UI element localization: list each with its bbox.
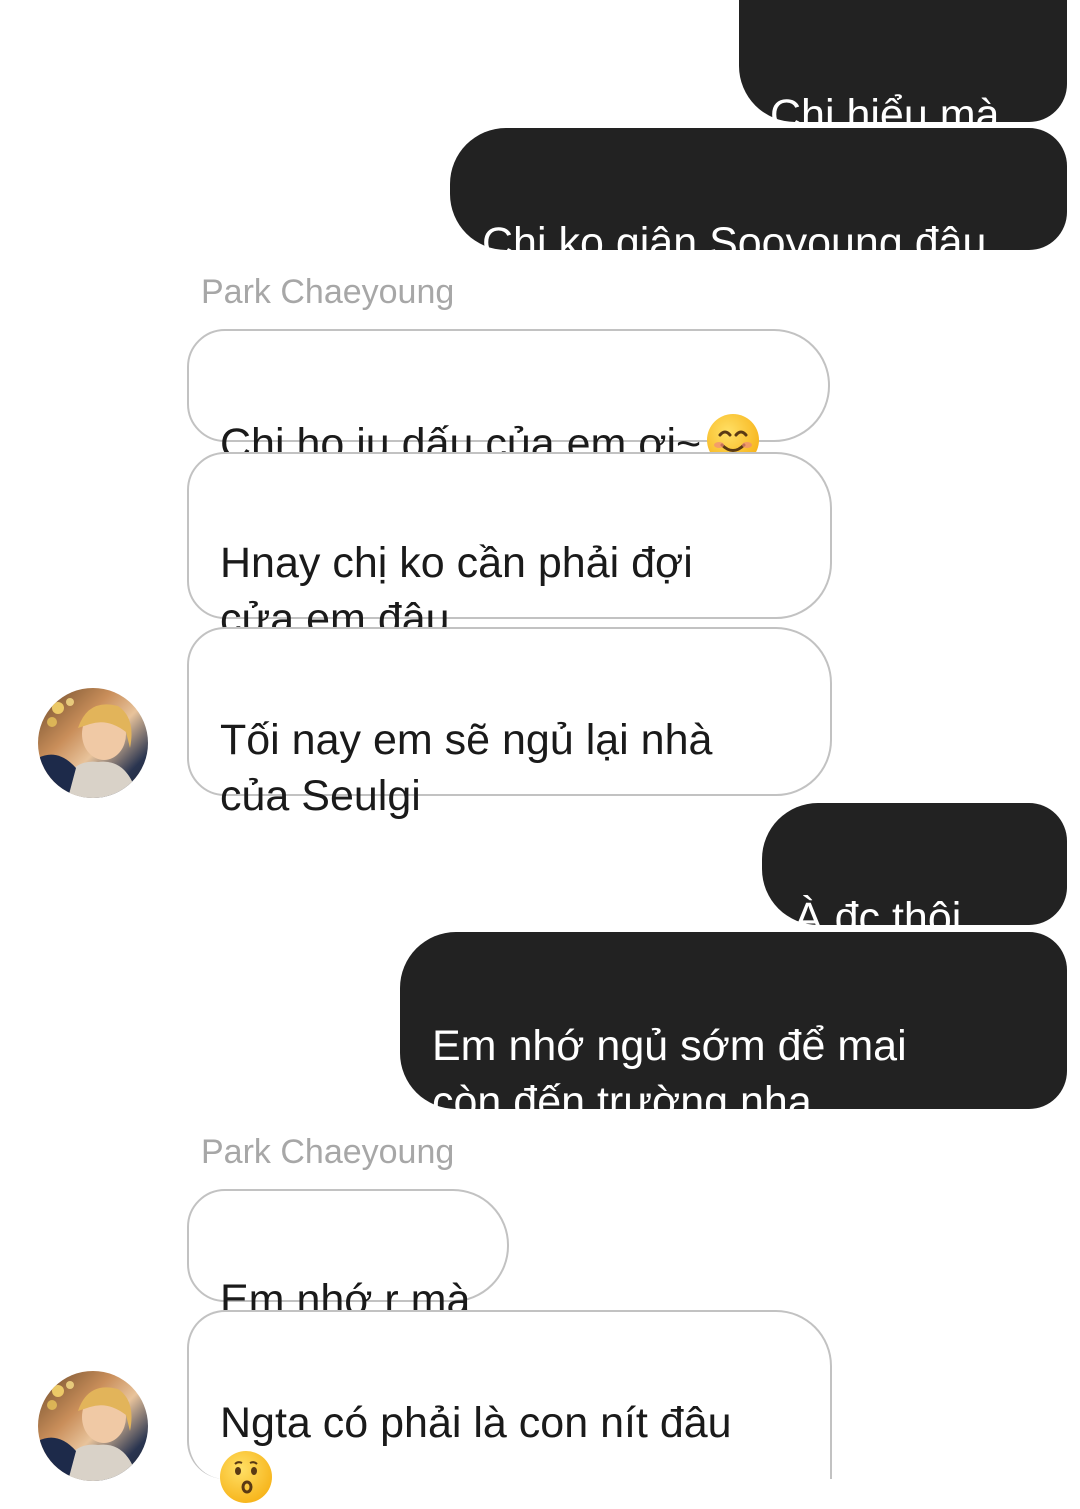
outgoing-message[interactable]: Chị ko giận Sooyoung đâu [450, 128, 1067, 267]
sender-name: Park Chaeyoung [201, 273, 455, 311]
incoming-message[interactable]: Hnay chị ko cần phải đợi cửa em đâu [187, 452, 832, 643]
sender-name: Park Chaeyoung [201, 1133, 455, 1171]
message-text: Em nhớ ngủ sớm để mai còn đến trường nha [432, 1022, 907, 1126]
message-text: Ngta có phải là con nít đâu [220, 1399, 732, 1447]
outgoing-message[interactable]: Em nhớ ngủ sớm để mai còn đến trường nha [400, 932, 1067, 1126]
message-text: Chị ko giận Sooyoung đâu [482, 219, 987, 267]
outgoing-message[interactable]: À đc thôi... [762, 803, 1067, 942]
incoming-message[interactable]: Chị họ iu dấu của em ơi~ [187, 329, 830, 468]
incoming-message[interactable]: Tối nay em sẽ ngủ lại nhà của Seulgi [187, 627, 832, 820]
outgoing-message[interactable]: Chị hiểu mà [739, 0, 1067, 139]
incoming-message[interactable]: Ngta có phải là con nít đâu [187, 1310, 832, 1503]
kissing-face-icon [220, 1451, 272, 1503]
incoming-message[interactable]: Em nhớ r mà [187, 1189, 509, 1324]
avatar[interactable] [38, 688, 148, 798]
avatar[interactable] [38, 1371, 148, 1481]
message-text: Tối nay em sẽ ngủ lại nhà của Seulgi [220, 716, 713, 820]
